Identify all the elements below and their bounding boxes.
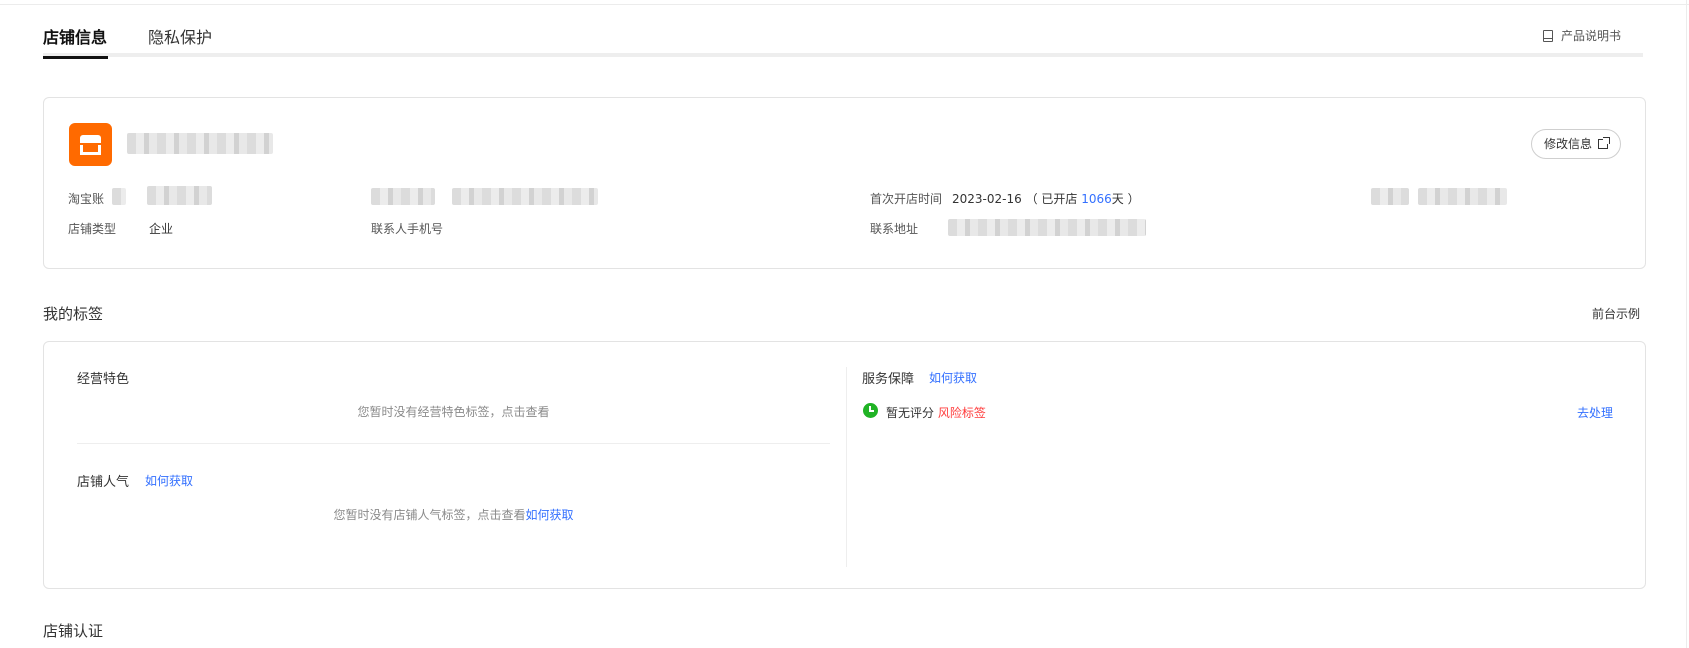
taobao-account-label: 淘宝账 [68, 192, 105, 206]
redacted-field-label [371, 188, 435, 205]
redacted-label-right [1371, 188, 1409, 205]
first-open-label: 首次开店时间 [870, 192, 943, 206]
shop-type-label: 店铺类型 [68, 222, 117, 236]
tab-bar: 店铺信息 隐私保护 产品说明书 [43, 0, 1643, 62]
tab-shop-info[interactable]: 店铺信息 [43, 24, 107, 48]
external-link-icon [1598, 137, 1610, 149]
product-manual-link[interactable]: 产品说明书 [1542, 27, 1621, 44]
opened-days: 1066 [1081, 192, 1112, 206]
shop-info-card: 修改信息 淘宝账 首次开店时间 2023-02-16 （ 已开店 1066天 ）… [43, 97, 1646, 269]
service-guarantee-title: 服务保障 [862, 372, 915, 387]
popularity-how-to-get-link[interactable]: 如何获取 [145, 472, 193, 489]
popularity-empty-link[interactable]: 如何获取 [526, 508, 574, 522]
left-divider [77, 443, 830, 444]
popularity-empty-text: 您暂时没有店铺人气标签，点击查看 [333, 508, 526, 522]
my-tags-title: 我的标签 [43, 305, 104, 323]
shop-type-value: 企业 [149, 222, 174, 236]
edit-info-label: 修改信息 [1543, 137, 1592, 151]
book-icon [1542, 29, 1553, 42]
store-icon-roof [80, 135, 101, 143]
contact-phone-label: 联系人手机号 [371, 222, 444, 236]
business-features-empty-text[interactable]: 您暂时没有经营特色标签，点击查看 [357, 405, 549, 419]
first-open-date: 2023-02-16 [952, 192, 1022, 206]
right-border [1686, 0, 1687, 648]
opened-prefix: （ 已开店 [1025, 192, 1078, 206]
popularity-empty: 您暂时没有店铺人气标签，点击查看如何获取 [77, 506, 830, 523]
redacted-field-value [452, 188, 598, 205]
opened-suffix: 天 ） [1111, 192, 1140, 206]
tab-active-indicator [43, 56, 108, 59]
service-how-to-get-link[interactable]: 如何获取 [929, 369, 977, 386]
shop-popularity-title: 店铺人气 [77, 475, 130, 490]
risk-tag-label: 风险标签 [937, 406, 986, 420]
store-icon-body [80, 145, 101, 155]
product-manual-label: 产品说明书 [1560, 29, 1621, 43]
service-status: 暂无评分 风险标签 [886, 404, 986, 421]
clock-icon [863, 403, 878, 418]
business-features-title: 经营特色 [77, 372, 130, 387]
address-redacted [948, 219, 1146, 236]
first-open-value: 2023-02-16 （ 已开店 1066天 ） [952, 190, 1140, 207]
column-divider [846, 367, 847, 567]
tab-underline [43, 53, 1643, 57]
business-features-empty: 您暂时没有经营特色标签，点击查看 [77, 403, 830, 420]
taobao-account-redacted-a [112, 188, 126, 205]
address-label: 联系地址 [870, 222, 919, 236]
handle-action-link[interactable]: 去处理 [1577, 404, 1613, 421]
taobao-account-redacted-b [147, 186, 212, 205]
no-rating-text: 暂无评分 [886, 406, 935, 420]
shop-name-redacted [127, 133, 273, 154]
shop-logo [69, 123, 112, 166]
redacted-value-right [1418, 188, 1507, 205]
shop-certification-title: 店铺认证 [43, 622, 104, 640]
tags-card: 经营特色 您暂时没有经营特色标签，点击查看 店铺人气 如何获取 您暂时没有店铺人… [43, 341, 1646, 589]
front-example-link[interactable]: 前台示例 [1592, 305, 1640, 322]
edit-info-button[interactable]: 修改信息 [1530, 129, 1621, 159]
tab-privacy[interactable]: 隐私保护 [148, 24, 212, 48]
